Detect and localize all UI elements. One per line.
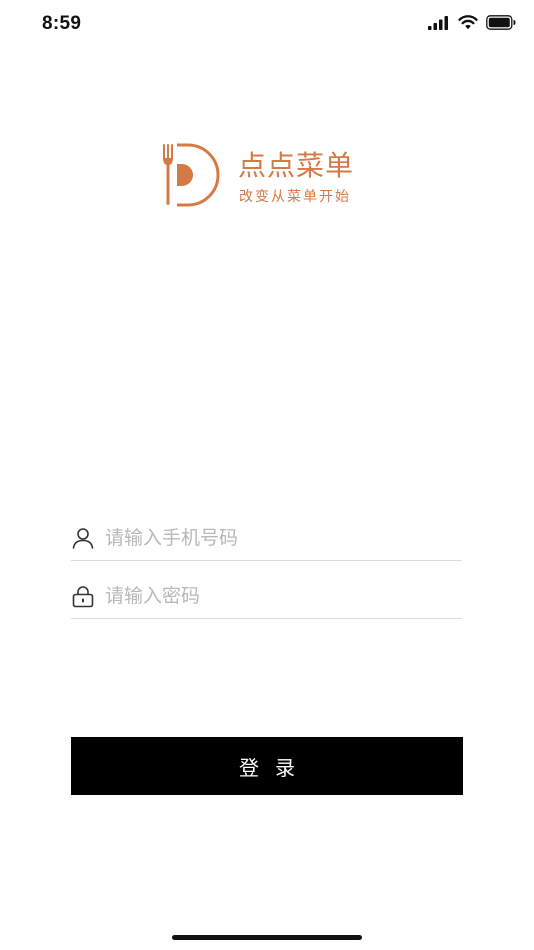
phone-input[interactable]	[105, 523, 445, 553]
password-field	[71, 574, 462, 619]
app-logo: 点点菜单 改变从菜单开始	[160, 140, 380, 212]
phone-field	[71, 516, 462, 561]
home-indicator[interactable]	[172, 935, 362, 940]
status-time: 8:59	[42, 13, 82, 34]
plate-fork-logo-icon	[163, 143, 220, 207]
password-input[interactable]	[105, 581, 445, 611]
battery-icon	[486, 15, 516, 30]
status-bar: 8:59	[0, 0, 534, 52]
user-icon	[72, 528, 94, 549]
wifi-icon	[458, 15, 478, 30]
app-slogan: 改变从菜单开始	[239, 189, 351, 205]
app-name: 点点菜单	[238, 149, 355, 182]
lock-icon	[72, 586, 94, 608]
login-button[interactable]: 登录	[71, 737, 463, 795]
status-icons	[428, 15, 516, 30]
cellular-signal-icon	[428, 15, 448, 30]
